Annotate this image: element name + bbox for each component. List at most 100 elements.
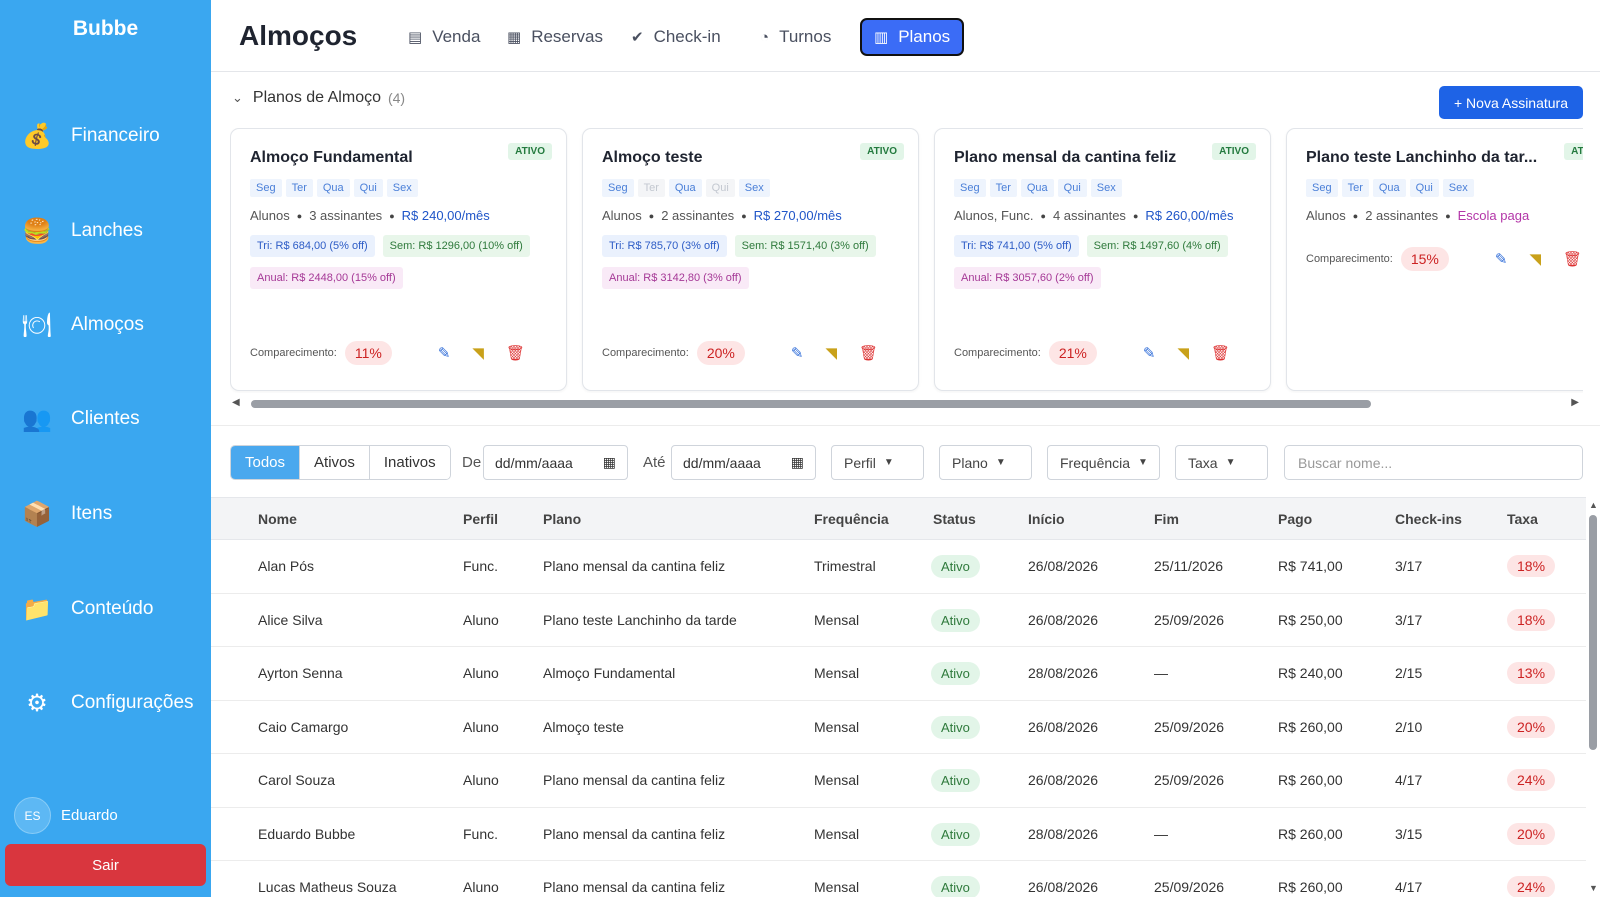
edit-icon[interactable]: ✎ — [791, 344, 804, 362]
sidebar-item-clientes[interactable]: 👥 Clientes — [22, 399, 140, 439]
status-badge: Ativo — [931, 769, 980, 792]
search-input[interactable] — [1284, 445, 1583, 480]
filter-ativos[interactable]: Ativos — [300, 446, 370, 479]
table-row[interactable]: Carol Souza Aluno Plano mensal da cantina … — [211, 754, 1586, 808]
table-cell: Ayrton Senna — [258, 665, 343, 681]
plans-section-toggle[interactable]: ⌄ Planos de Almoço (4) — [232, 89, 405, 107]
table-cell: Almoço teste — [543, 718, 624, 735]
calendar-icon: ▦ — [507, 29, 522, 46]
box-icon: 📦 — [22, 500, 52, 528]
edit-icon[interactable]: ✎ — [1143, 344, 1156, 362]
sidebar-item-conteudo[interactable]: 📁 Conteúdo — [22, 589, 153, 629]
column-header[interactable]: Status — [933, 511, 976, 527]
sidebar-item-financeiro[interactable]: 💰 Financeiro — [22, 116, 160, 156]
dropdown-perfil[interactable]: Perfil ▼ — [831, 445, 924, 480]
tab-reservas[interactable]: ▦ Reservas — [495, 18, 615, 56]
column-header[interactable]: Plano — [543, 511, 581, 527]
table-row[interactable]: Alice Silva Aluno Plano teste Lanchinho da… — [211, 594, 1586, 647]
column-header[interactable]: Frequência — [814, 511, 889, 527]
tab-venda[interactable]: ▤ Venda — [396, 18, 492, 56]
tab-planos[interactable]: ▥ Planos — [860, 18, 965, 56]
tag-icon[interactable]: ◥ — [1529, 250, 1541, 268]
table-cell: Aluno — [463, 611, 499, 628]
logout-button[interactable]: Sair — [5, 844, 206, 886]
scroll-down-icon[interactable]: ▼ — [1589, 883, 1598, 893]
dropdown-plano[interactable]: Plano ▼ — [939, 445, 1032, 480]
user-profile[interactable]: ES Eduardo — [14, 797, 118, 834]
column-header[interactable]: Início — [1028, 511, 1065, 527]
rate-badge: 24% — [1507, 769, 1556, 791]
tag-icon[interactable]: ◥ — [1177, 344, 1189, 362]
sidebar-item-lanches[interactable]: 🍔 Lanches — [22, 211, 143, 251]
filter-inativos[interactable]: Inativos — [369, 446, 450, 479]
column-header[interactable]: Check-ins — [1395, 511, 1462, 527]
plan-card[interactable]: Plano mensal da cantina feliz ATIVO Seg Ter… — [934, 128, 1271, 391]
plan-card[interactable]: Plano teste Lanchinho da tar... ATIVO SegT… — [1286, 128, 1583, 391]
table-row[interactable]: Alan Pós Func. Plano mensal da cantina fel… — [211, 540, 1586, 594]
dropdown-taxa[interactable]: Taxa ▼ — [1175, 445, 1268, 480]
dropdown-label: Perfil — [844, 454, 876, 471]
weekday-chip: Qui — [1057, 179, 1087, 197]
column-header[interactable]: Fim — [1154, 511, 1179, 527]
table-cell: Plano mensal da cantina feliz — [543, 772, 726, 788]
from-date-input[interactable]: dd/mm/aaaa ▦ — [483, 445, 628, 480]
dot-separator: ● — [1352, 210, 1359, 221]
table-row[interactable]: Caio Camargo Aluno Almoço teste Mensal Ativo… — [211, 701, 1586, 754]
edit-icon[interactable]: ✎ — [1495, 250, 1508, 268]
tag-icon[interactable]: ◥ — [825, 344, 837, 362]
table-cell: 3/17 — [1395, 558, 1423, 574]
scrollbar-thumb[interactable] — [251, 400, 1371, 408]
dot-separator: ● — [389, 210, 395, 221]
filter-todos[interactable]: Todos — [231, 446, 301, 479]
column-header[interactable]: Nome — [258, 511, 297, 527]
plan-audience: Alunos — [1306, 208, 1346, 223]
scroll-left-icon[interactable]: ◀ — [232, 397, 240, 408]
status-badge: Ativo — [931, 662, 980, 685]
to-date-input[interactable]: dd/mm/aaaa ▦ — [671, 445, 816, 480]
weekday-list: Seg Ter Qua Qui Sex — [250, 179, 547, 197]
calendar-icon[interactable]: ▦ — [791, 454, 804, 471]
dropdown-label: Frequência — [1060, 454, 1131, 471]
plan-card[interactable]: Almoço Fundamental ATIVO Seg Ter Qua Qui Sex Al… — [230, 128, 567, 391]
calendar-icon[interactable]: ▦ — [603, 454, 616, 471]
sidebar-item-label: Financeiro — [71, 125, 160, 146]
edit-icon[interactable]: ✎ — [438, 344, 451, 362]
plan-subscribers: 3 assinantes — [309, 208, 383, 223]
table-row[interactable]: Eduardo Bubbe Func. Plano mensal da cantin… — [211, 808, 1586, 861]
table-cell: 28/08/2026 — [1028, 665, 1099, 681]
scrollbar-thumb[interactable] — [1589, 515, 1597, 750]
cards-horizontal-scrollbar[interactable]: ◀ ▶ — [230, 397, 1583, 409]
table-row[interactable]: Lucas Matheus Souza Aluno Plano mensal da … — [211, 861, 1586, 897]
tab-check-in[interactable]: ✔ Check-in — [619, 18, 733, 56]
trash-icon[interactable]: 🗑 — [506, 344, 525, 362]
weekday-chip: Qua — [1372, 179, 1406, 197]
table-vertical-scrollbar[interactable]: ▲ ▼ — [1586, 497, 1600, 897]
dot-separator: ● — [1132, 210, 1139, 221]
attendance-rate: 15% — [1400, 247, 1449, 271]
sidebar-item-configuracoes[interactable]: ⚙ Configurações — [22, 683, 193, 723]
status-filter: Todos Ativos Inativos — [230, 445, 451, 480]
trash-icon[interactable]: 🗑 — [1563, 250, 1582, 268]
new-subscription-button[interactable]: + Nova Assinatura — [1439, 86, 1583, 119]
scroll-up-icon[interactable]: ▲ — [1589, 500, 1598, 510]
table-row[interactable]: Ayrton Senna Aluno Almoço Fundamental Mensa… — [211, 647, 1586, 701]
tag-icon[interactable]: ◥ — [472, 344, 484, 362]
sidebar-item-label: Conteúdo — [71, 598, 154, 619]
column-header[interactable]: Taxa — [1507, 511, 1538, 527]
discount-badge: Tri: R$ 785,70 (3% off) — [602, 235, 727, 257]
dropdown-frequencia[interactable]: Frequência ▼ — [1047, 445, 1160, 480]
trash-icon[interactable]: 🗑 — [859, 344, 878, 362]
column-header[interactable]: Perfil — [463, 511, 498, 527]
plan-subscribers: 2 assinantes — [661, 208, 735, 223]
table-cell: — — [1154, 665, 1168, 681]
plan-card[interactable]: Almoço teste ATIVO Seg Ter Qua Qui Sex Alunos ● 2… — [582, 128, 919, 391]
trash-icon[interactable]: 🗑 — [1211, 344, 1230, 362]
sidebar-item-itens[interactable]: 📦 Itens — [22, 494, 112, 534]
column-header[interactable]: Pago — [1278, 511, 1312, 527]
status-badge: ATIVO — [860, 143, 904, 160]
scroll-right-icon[interactable]: ▶ — [1571, 397, 1579, 408]
rate-badge: 18% — [1507, 555, 1556, 577]
discount-list: Tri: R$ 741,00 (5% off) Sem: R$ 1497,60 (… — [954, 235, 1254, 299]
sidebar-item-almocos[interactable]: 🍽 Almoços — [22, 305, 144, 345]
tab-turnos[interactable]: ◔ Turnos — [748, 18, 843, 56]
